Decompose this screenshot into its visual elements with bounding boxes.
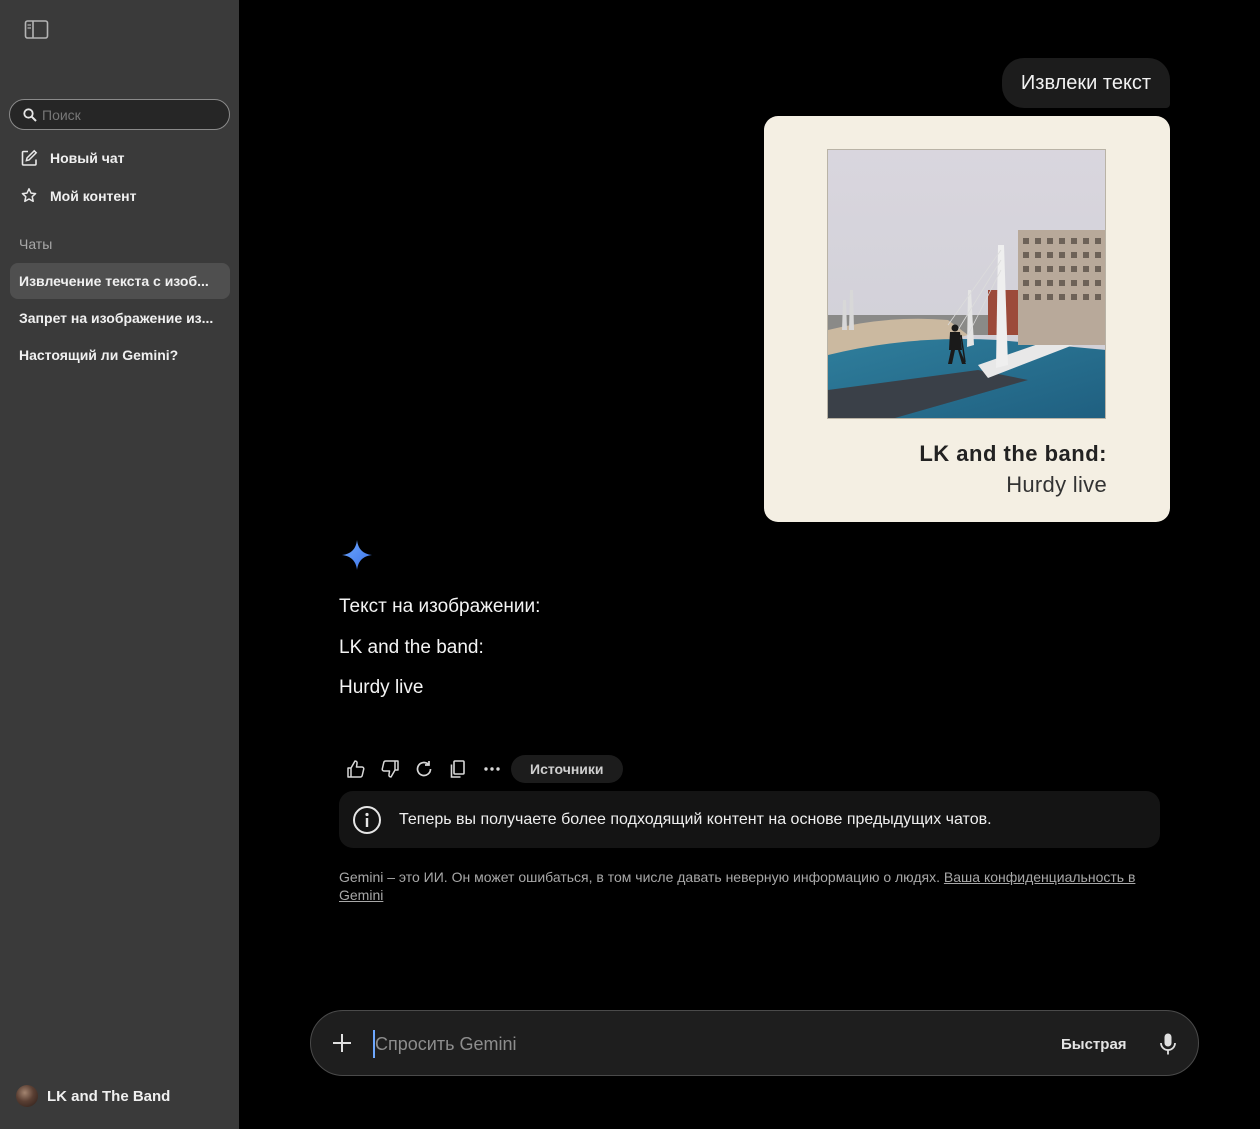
sources-button[interactable]: Источники [511,755,623,783]
response-text-line: Текст на изображении: [339,596,541,617]
copy-icon[interactable] [441,755,475,783]
my-content-icon [19,186,39,206]
chats-heading: Чаты [19,236,53,252]
my-content-label: Мой контент [50,188,137,204]
card-title: LK and the band: [919,441,1107,466]
chat-item[interactable]: Настоящий ли Gemini? [10,337,230,373]
model-mode-button[interactable]: Быстрая [1061,1032,1127,1056]
search-input[interactable] [42,106,212,123]
account-button[interactable]: LK and The Band [16,1085,170,1107]
disclaimer-text: Gemini – это ИИ. Он может ошибаться, в т… [339,869,944,885]
chat-item-title: Настоящий ли Gemini? [19,347,179,363]
new-chat-icon [19,148,39,168]
avatar [16,1085,38,1107]
chat-item[interactable]: Запрет на изображение из... [10,300,230,336]
sidebar: Новый чат Мой контент Чаты Извлечение те… [0,0,239,1129]
response-actions: Источники [339,755,623,783]
info-icon [352,805,382,835]
info-notice-text: Теперь вы получаете более подходящий кон… [399,810,992,828]
info-notice: Теперь вы получаете более подходящий кон… [339,791,1160,848]
regenerate-icon[interactable] [407,755,441,783]
new-chat-label: Новый чат [50,150,125,166]
user-message-bubble: Извлеки текст [1002,58,1170,108]
sidebar-toggle-icon[interactable] [24,19,50,41]
chat-item-title: Извлечение текста с изоб... [19,273,209,289]
search-box[interactable] [9,99,230,130]
chat-main: Извлеки текст LK and the band: Hurdy liv… [239,0,1260,1129]
prompt-composer: Быстрая [310,1010,1199,1076]
attached-image-card[interactable]: LK and the band: Hurdy live [764,116,1170,522]
response-text-line: Hurdy live [339,677,424,698]
chat-item-active[interactable]: Извлечение текста с изоб... [10,263,230,299]
add-attachment-icon[interactable] [329,1030,355,1056]
response-text-line: LK and the band: [339,637,484,658]
user-message-text: Извлеки текст [1020,71,1152,94]
account-name: LK and The Band [47,1087,171,1105]
my-content-button[interactable]: Мой контент [10,180,230,212]
search-icon [22,107,38,123]
microphone-icon[interactable] [1156,1031,1180,1057]
disclaimer: Gemini – это ИИ. Он может ошибаться, в т… [339,868,1159,904]
thumbs-up-icon[interactable] [339,755,373,783]
gemini-spark-icon [341,539,373,571]
new-chat-button[interactable]: Новый чат [10,142,230,174]
more-icon[interactable] [475,755,509,783]
attached-photo [827,149,1106,419]
card-subtitle: Hurdy live [1006,472,1107,497]
prompt-input[interactable] [373,1030,1013,1058]
thumbs-down-icon[interactable] [373,755,407,783]
chat-item-title: Запрет на изображение из... [19,310,214,326]
